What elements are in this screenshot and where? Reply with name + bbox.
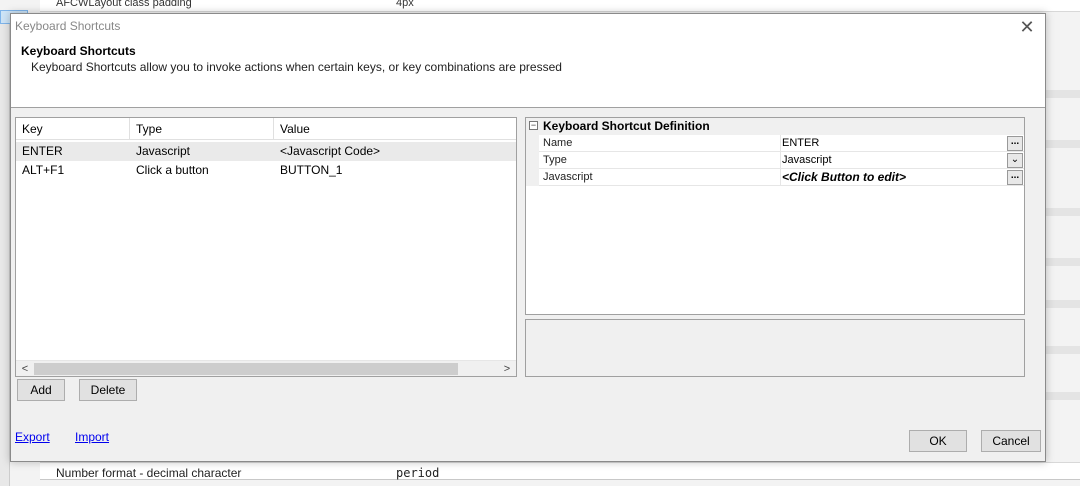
property-name: Name xyxy=(543,137,573,149)
shortcut-definition-grid: − Keyboard Shortcut Definition Name ENTE… xyxy=(525,117,1025,315)
close-icon[interactable]: ✕ xyxy=(1015,16,1039,38)
property-name: Type xyxy=(543,154,567,166)
property-row-javascript[interactable]: Javascript <Click Button to edit> ... xyxy=(526,169,1024,186)
column-header-type[interactable]: Type xyxy=(130,118,274,140)
dialog-titlebar: Keyboard Shortcuts ✕ xyxy=(11,14,1045,40)
cancel-button[interactable]: Cancel xyxy=(981,430,1041,452)
background-stripe xyxy=(1044,392,1080,400)
property-gutter xyxy=(526,135,539,152)
background-stripe xyxy=(1044,90,1080,98)
background-row-bottom-value: period xyxy=(396,466,440,480)
ok-button[interactable]: OK xyxy=(909,430,967,452)
list-item-key: ENTER xyxy=(22,144,63,158)
background-row-top-value: 4px xyxy=(396,0,414,9)
dropdown-chevron-icon[interactable]: ⌄ xyxy=(1007,153,1023,168)
background-stripe xyxy=(1044,258,1080,266)
ellipsis-button[interactable]: ... xyxy=(1007,136,1023,151)
list-item-type: Click a button xyxy=(136,163,209,177)
background-stripe xyxy=(1044,208,1080,216)
export-link[interactable]: Export xyxy=(15,430,50,444)
property-category-label: Keyboard Shortcut Definition xyxy=(543,119,710,133)
list-item-value: BUTTON_1 xyxy=(280,163,343,177)
horizontal-scrollbar[interactable]: < > xyxy=(16,360,516,376)
property-name: Javascript xyxy=(543,171,593,183)
list-header: Key Type Value xyxy=(16,118,516,140)
scroll-left-icon[interactable]: < xyxy=(18,361,32,377)
list-item-value: <Javascript Code> xyxy=(280,144,381,158)
property-row-name[interactable]: Name ENTER ... xyxy=(526,135,1024,152)
property-gutter xyxy=(526,169,539,186)
keyboard-shortcuts-dialog: Keyboard Shortcuts ✕ Keyboard Shortcuts … xyxy=(10,13,1046,462)
header-title: Keyboard Shortcuts xyxy=(21,44,136,58)
list-item-type: Javascript xyxy=(136,144,191,158)
property-gutter xyxy=(526,152,539,169)
background-left-column xyxy=(0,24,10,486)
background-row-bottom: Number format - decimal character period xyxy=(40,462,1080,480)
collapse-icon[interactable]: − xyxy=(529,121,538,130)
property-category: − Keyboard Shortcut Definition xyxy=(526,118,1024,135)
ellipsis-button[interactable]: ... xyxy=(1007,170,1023,185)
background-stripe xyxy=(1044,140,1080,148)
property-value[interactable]: ENTER xyxy=(780,135,1006,152)
property-description-box xyxy=(525,319,1025,377)
delete-button[interactable]: Delete xyxy=(79,379,137,401)
list-item-key: ALT+F1 xyxy=(22,163,65,177)
scroll-right-icon[interactable]: > xyxy=(500,361,514,377)
property-value[interactable]: <Click Button to edit> xyxy=(780,169,1006,186)
background-stripe xyxy=(1044,300,1080,308)
background-row-top-name: AFCWLayout class padding xyxy=(56,0,192,9)
shortcuts-list[interactable]: Key Type Value ENTER Javascript <Javascr… xyxy=(15,117,517,377)
property-value[interactable]: Javascript xyxy=(780,152,1006,169)
background-row-top: AFCWLayout class padding 4px xyxy=(40,0,1080,12)
background-row-bottom-name: Number format - decimal character xyxy=(56,466,242,480)
dialog-header: Keyboard Shortcuts Keyboard Shortcuts al… xyxy=(11,40,1045,108)
property-row-type[interactable]: Type Javascript ⌄ xyxy=(526,152,1024,169)
list-item[interactable]: ENTER Javascript <Javascript Code> xyxy=(16,142,516,161)
import-link[interactable]: Import xyxy=(75,430,109,444)
background-stripe xyxy=(1044,346,1080,354)
column-header-key[interactable]: Key xyxy=(16,118,130,140)
header-description: Keyboard Shortcuts allow you to invoke a… xyxy=(31,60,562,74)
scrollbar-thumb[interactable] xyxy=(34,363,458,375)
list-item[interactable]: ALT+F1 Click a button BUTTON_1 xyxy=(16,161,516,180)
column-header-value[interactable]: Value xyxy=(274,118,384,140)
add-button[interactable]: Add xyxy=(17,379,65,401)
dialog-title: Keyboard Shortcuts xyxy=(15,19,121,33)
